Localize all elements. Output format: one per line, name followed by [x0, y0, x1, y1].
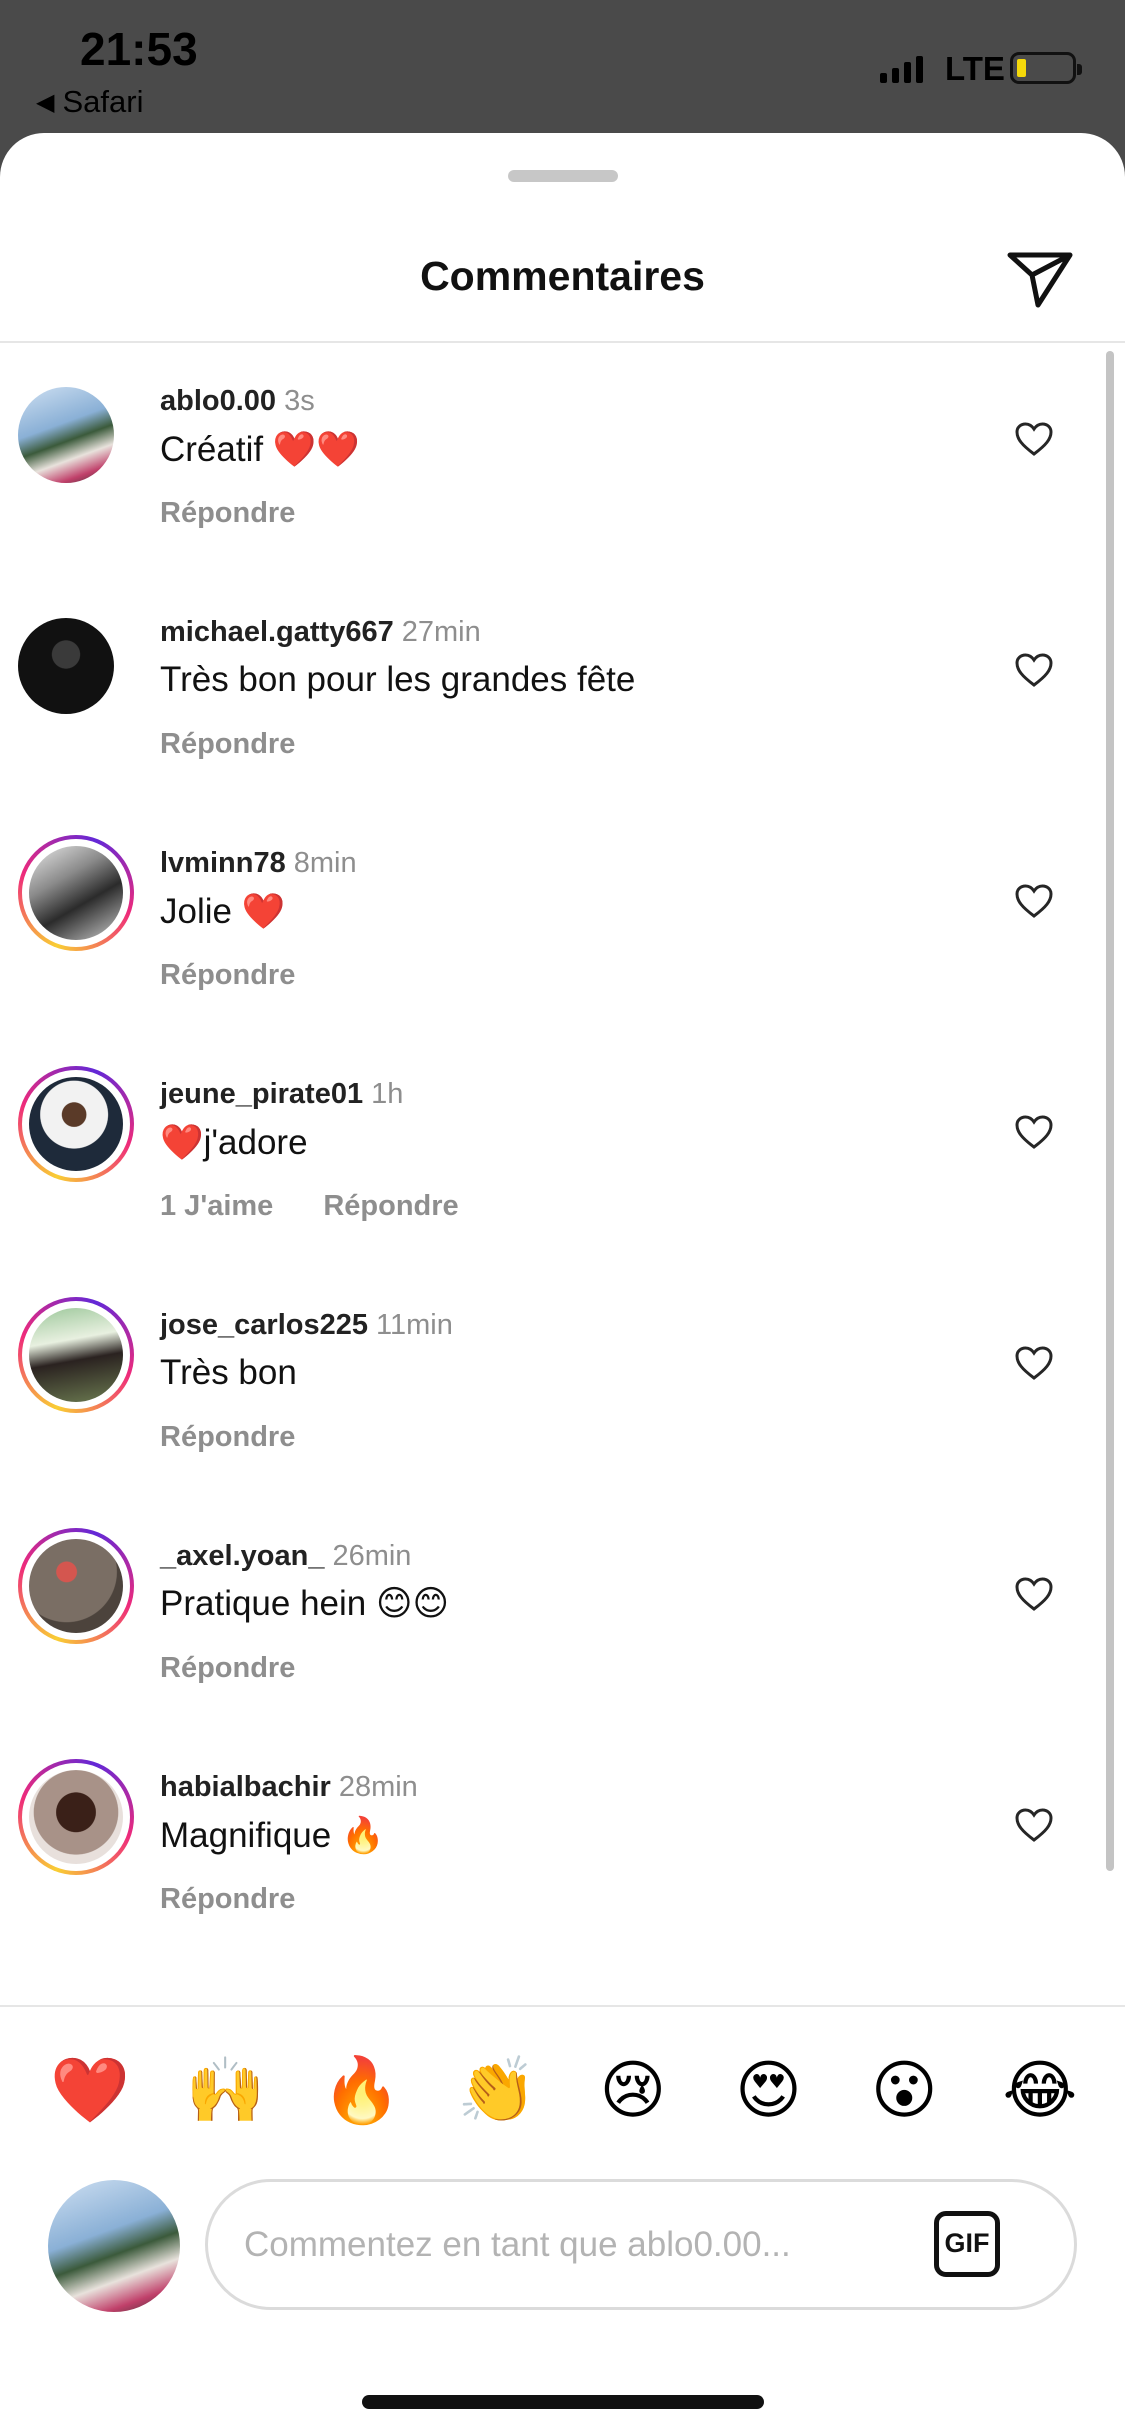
comment-item: jeune_pirate01 1h ❤️j'adore 1 J'aime Répo…	[0, 1066, 1060, 1278]
comment-time: 11min	[375, 1309, 453, 1341]
comment-text: Jolie ❤️	[160, 892, 286, 931]
reply-button[interactable]: Répondre	[160, 1421, 295, 1454]
username-text[interactable]: habialbachir	[160, 1771, 331, 1803]
back-triangle-icon: ◀	[36, 88, 55, 116]
comment-item: ablo0.00 3s Créatif ❤️❤️ Répondre	[0, 385, 1060, 585]
quick-emoji-bar: ❤️ 🙌 🔥 👏 😢 😍 😮 😂	[50, 2050, 1080, 2130]
cellular-signal-icon	[880, 55, 923, 83]
avatar-story-ring[interactable]	[18, 835, 134, 951]
emoji-raised-hands[interactable]: 🙌	[186, 2050, 266, 2130]
comment-username[interactable]: habialbachir 28min	[160, 1771, 418, 1804]
comment-input[interactable]	[244, 2210, 904, 2280]
comment-item: habialbachir 28min Magnifique 🔥 Répondre	[0, 1759, 1060, 1971]
network-type: LTE	[945, 50, 1005, 87]
header-divider	[0, 341, 1125, 343]
like-heart-icon[interactable]	[1014, 421, 1054, 457]
like-heart-icon[interactable]	[1014, 883, 1054, 919]
home-indicator[interactable]	[362, 2395, 764, 2409]
emoji-heart[interactable]: ❤️	[50, 2050, 130, 2130]
emoji-crying[interactable]: 😢	[593, 2050, 673, 2130]
status-bar: 21:53 ◀ Safari LTE	[0, 0, 1125, 135]
reply-button[interactable]: Répondre	[160, 497, 295, 530]
username-text[interactable]: michael.gatty667	[160, 616, 394, 648]
reply-button[interactable]: Répondre	[160, 1883, 295, 1916]
emoji-clap[interactable]: 👏	[457, 2050, 537, 2130]
back-to-safari[interactable]: ◀ Safari	[36, 84, 143, 120]
emoji-surprised[interactable]: 😮	[864, 2050, 944, 2130]
comment-item: _axel.yoan_ 26min Pratique hein 😊😊 Répond…	[0, 1528, 1060, 1740]
emoji-heart-eyes[interactable]: 😍	[729, 2050, 809, 2130]
like-heart-icon[interactable]	[1014, 1114, 1054, 1150]
username-text[interactable]: ablo0.00	[160, 385, 276, 417]
avatar-story-ring[interactable]	[18, 1066, 134, 1182]
like-heart-icon[interactable]	[1014, 1345, 1054, 1381]
avatar-story-ring[interactable]	[18, 1528, 134, 1644]
status-time: 21:53	[80, 23, 198, 75]
comment-item: michael.gatty667 27min Très bon pour les …	[0, 616, 1060, 816]
avatar-story-ring[interactable]	[18, 1759, 134, 1875]
comment-time: 27min	[401, 616, 481, 648]
sheet-title: Commentaires	[420, 253, 705, 299]
username-text[interactable]: lvminn78	[160, 847, 286, 879]
comment-item: lvminn78 8min Jolie ❤️ Répondre	[0, 835, 1060, 1047]
comment-time: 28min	[338, 1771, 418, 1803]
comment-username[interactable]: jose_carlos225 11min	[160, 1309, 453, 1342]
username-text[interactable]: jose_carlos225	[160, 1309, 368, 1341]
avatar[interactable]	[0, 600, 116, 716]
reply-button[interactable]: Répondre	[323, 1190, 458, 1223]
comment-text: Pratique hein 😊😊	[160, 1584, 449, 1623]
comment-text: Magnifique 🔥	[160, 1816, 385, 1855]
avatar-story-ring[interactable]	[18, 1297, 134, 1413]
gif-button[interactable]: GIF	[934, 2211, 1000, 2277]
reply-button[interactable]: Répondre	[160, 1652, 295, 1685]
comment-text: Très bon	[160, 1353, 297, 1392]
comment-username[interactable]: lvminn78 8min	[160, 847, 357, 880]
comment-text: Très bon pour les grandes fête	[160, 660, 636, 699]
comment-time: 8min	[293, 847, 357, 879]
comment-username[interactable]: ablo0.00 3s	[160, 385, 315, 418]
reply-button[interactable]: Répondre	[160, 959, 295, 992]
emoji-fire[interactable]: 🔥	[321, 2050, 402, 2130]
sheet-grabber[interactable]	[508, 170, 618, 182]
comment-time: 3s	[284, 385, 315, 417]
back-app-label: Safari	[62, 84, 144, 119]
comment-item: jose_carlos225 11min Très bon Répondre	[0, 1297, 1060, 1509]
paper-plane-icon[interactable]	[1004, 241, 1076, 313]
comment-username[interactable]: _axel.yoan_ 26min	[160, 1540, 411, 1573]
emoji-laughing[interactable]: 😂	[1000, 2050, 1080, 2130]
avatar[interactable]	[0, 369, 116, 485]
likes-count[interactable]: 1 J'aime	[160, 1190, 273, 1223]
scrollbar[interactable]	[1106, 351, 1114, 1871]
comment-username[interactable]: jeune_pirate01 1h	[160, 1078, 403, 1111]
username-text[interactable]: jeune_pirate01	[160, 1078, 363, 1110]
comment-time: 1h	[371, 1078, 404, 1110]
composer-divider	[0, 2005, 1125, 2007]
comment-username[interactable]: michael.gatty667 27min	[160, 616, 481, 649]
like-heart-icon[interactable]	[1014, 1807, 1054, 1843]
comment-text: ❤️j'adore	[160, 1123, 308, 1162]
comment-composer: GIF	[205, 2179, 1077, 2310]
username-text[interactable]: _axel.yoan_	[160, 1540, 324, 1572]
reply-button[interactable]: Répondre	[160, 728, 295, 761]
like-heart-icon[interactable]	[1014, 1576, 1054, 1612]
comment-text: Créatif ❤️❤️	[160, 430, 360, 469]
composer-avatar	[48, 2180, 180, 2312]
comment-time: 26min	[332, 1540, 412, 1572]
battery-icon	[1010, 52, 1082, 84]
like-heart-icon[interactable]	[1014, 652, 1054, 688]
